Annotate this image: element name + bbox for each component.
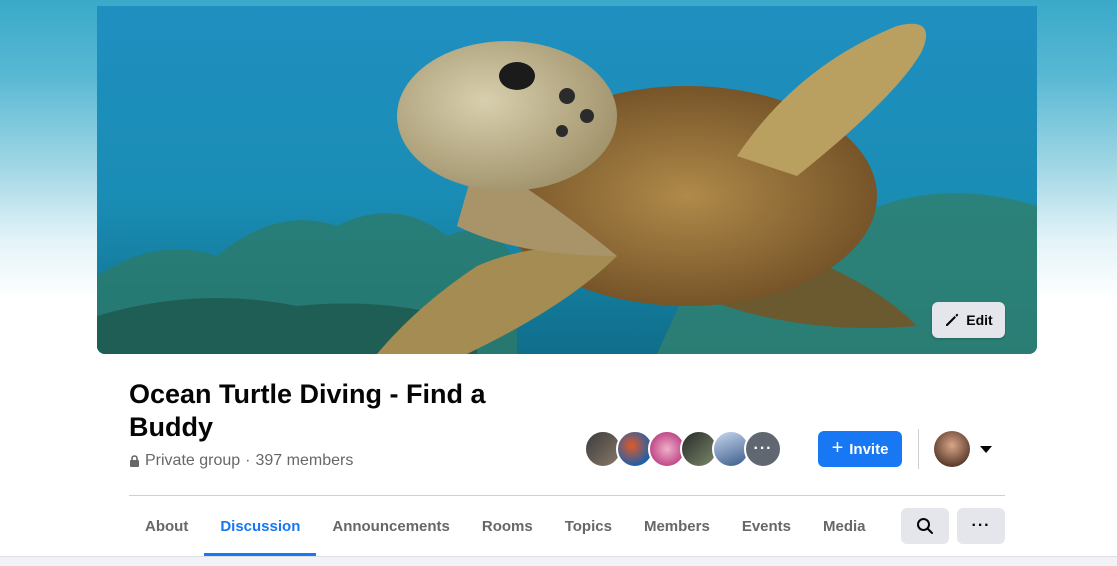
more-members-avatar[interactable]: ··· — [744, 430, 782, 468]
divider — [918, 429, 919, 469]
pencil-icon — [946, 313, 959, 326]
plus-icon: + — [831, 437, 844, 459]
profile-switcher[interactable] — [934, 431, 992, 467]
tab-topics[interactable]: Topics — [549, 496, 628, 556]
more-options-button[interactable]: ··· — [957, 508, 1005, 544]
edit-cover-button[interactable]: Edit — [932, 302, 1005, 338]
members-count[interactable]: 397 members — [256, 452, 354, 470]
more-icon: ··· — [971, 517, 991, 534]
tab-events[interactable]: Events — [726, 496, 807, 556]
group-tabs: About Discussion Announcements Rooms Top… — [129, 496, 882, 556]
avatar — [934, 431, 970, 467]
search-icon — [917, 518, 933, 534]
privacy-label[interactable]: Private group — [145, 452, 240, 470]
tab-discussion[interactable]: Discussion — [204, 496, 317, 556]
invite-label: Invite — [849, 440, 889, 458]
edit-label: Edit — [966, 312, 993, 328]
meta-separator: · — [245, 452, 251, 469]
chevron-down-icon — [980, 445, 992, 453]
tab-media[interactable]: Media — [807, 496, 882, 556]
group-meta: Private group · 397 members — [129, 452, 353, 470]
lock-icon — [130, 455, 139, 467]
tab-members[interactable]: Members — [628, 496, 726, 556]
invite-button[interactable]: + Invite — [818, 431, 902, 467]
group-title[interactable]: Ocean Turtle Diving - Find a Buddy — [129, 378, 529, 444]
search-button[interactable] — [901, 508, 949, 544]
more-members-label: ··· — [753, 440, 773, 457]
tab-about[interactable]: About — [129, 496, 204, 556]
cover-photo[interactable]: Edit — [97, 6, 1037, 354]
tab-announcements[interactable]: Announcements — [316, 496, 466, 556]
sea-turtle-image — [97, 6, 1037, 354]
tab-rooms[interactable]: Rooms — [466, 496, 549, 556]
